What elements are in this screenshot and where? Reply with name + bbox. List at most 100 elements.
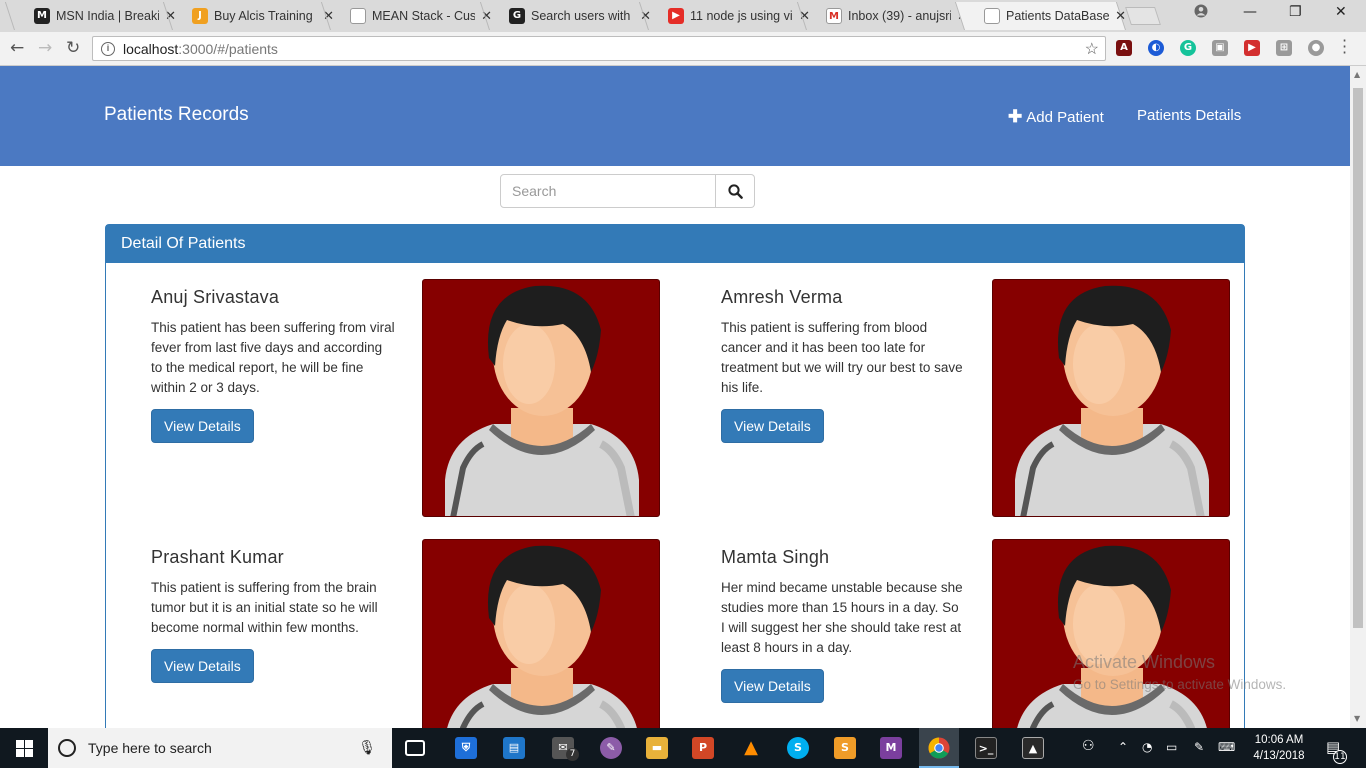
reload-icon[interactable]: ↻ [66,38,80,58]
vlc-icon[interactable]: ▲ [740,737,762,759]
clock-time: 10:06 AM [1254,734,1304,746]
browser-tab[interactable]: MInbox (39) - anujsri✕ [796,2,968,30]
pdf-extension-icon[interactable]: A [1116,40,1132,56]
photos-icon[interactable]: ▲ [1022,737,1044,759]
mail-badge: 7 [566,748,579,761]
extension-icon-blue[interactable]: ◐ [1148,40,1164,56]
cortana-icon [58,739,76,757]
microphone-icon[interactable]: 🎙 [358,739,376,756]
scrollbar-thumb[interactable] [1353,88,1363,628]
tab-title: Patients DataBase [1006,9,1110,23]
new-tab-button[interactable] [1125,7,1161,25]
user-avatar-icon [445,285,639,516]
add-patient-link[interactable]: ✚ Add Patient [1008,107,1104,127]
patient-description: Her mind became unstable because she stu… [721,580,963,655]
tab-favicon-icon: G [509,8,525,24]
tab-favicon-icon: ▶ [668,8,684,24]
user-avatar-icon [447,545,637,728]
chrome-icon [928,737,950,759]
patients-details-link[interactable]: Patients Details [1137,107,1241,124]
patient-name: Prashant Kumar [151,547,284,567]
view-details-button[interactable]: View Details [151,409,254,443]
browser-tab[interactable]: MEAN Stack - Custo✕ [320,2,492,30]
extension-icon-grey-2[interactable]: ● [1308,40,1324,56]
browser-tab[interactable]: Patients DataBase ✕ [954,2,1126,30]
patient-avatar [422,279,660,517]
tab-title: MEAN Stack - Custo [372,9,476,23]
terminal-icon[interactable]: >_ [975,737,997,759]
patient-avatar [992,279,1230,517]
back-icon[interactable]: ← [10,38,24,58]
search-form [500,174,755,208]
patient-card: Anuj Srivastava This patient has been su… [151,287,396,443]
extension-icon-grey[interactable]: ▣ [1212,40,1228,56]
notification-badge: 11 [1333,750,1347,764]
browser-menu-icon[interactable]: · · · [1342,33,1347,61]
tab-favicon-icon: J [192,8,208,24]
restore-icon[interactable]: ❐ [1289,4,1302,20]
search-button[interactable] [716,174,755,208]
pen-icon[interactable]: ✎ [1194,740,1204,754]
sublime-text-icon[interactable]: S [834,737,856,759]
user-avatar-icon [1015,285,1209,516]
patient-description: This patient is suffering from the brain… [151,580,378,635]
search-icon [727,183,743,199]
brand-title[interactable]: Patients Records [104,104,249,126]
bookmark-star-icon[interactable]: ☆ [1085,39,1099,59]
view-details-button[interactable]: View Details [721,669,824,703]
scroll-up-icon[interactable]: ▲ [1354,70,1360,79]
patient-card: Prashant Kumar This patient is suffering… [151,547,396,683]
taskbar-search-box[interactable]: Type here to search 🎙 [48,728,392,768]
close-window-icon[interactable]: ✕ [1335,4,1347,20]
search-input[interactable] [500,174,716,208]
patient-avatar [992,539,1230,728]
grammarly-icon[interactable]: G [1180,40,1196,56]
patient-name: Mamta Singh [721,547,830,567]
view-details-button[interactable]: View Details [151,649,254,683]
add-patient-label: Add Patient [1026,109,1104,126]
browser-tab[interactable]: MMSN India | Breaking✕ [4,2,176,30]
minimize-icon[interactable]: — [1243,4,1257,20]
tab-favicon-icon [984,8,1000,24]
app-icon-purple[interactable]: M [880,737,902,759]
tab-favicon-icon: M [34,8,50,24]
cart-extension-icon[interactable]: ⊞ [1276,40,1292,56]
address-bar: ← → ↻ i localhost:3000/#/patients ☆ A ◐ … [0,32,1366,66]
scroll-down-icon[interactable]: ▼ [1354,714,1360,723]
browser-tab[interactable]: J Buy Alcis Training ✕ [162,2,334,30]
patient-description: This patient has been suffering from vir… [151,320,395,395]
clock-date: 4/13/2018 [1253,750,1305,762]
security-shield-icon[interactable]: ⛨ [455,737,477,759]
page-scrollbar[interactable]: ▲ ▼ [1350,66,1366,728]
paint-icon[interactable]: ✎ [600,737,622,759]
page-content: Patients Records ✚ Add Patient Patients D… [0,66,1350,728]
view-details-button[interactable]: View Details [721,409,824,443]
battery-icon[interactable]: ▭ [1166,740,1177,754]
tab-close-icon[interactable]: ✕ [1115,9,1126,24]
powerpoint-icon[interactable]: P [692,737,714,759]
user-avatar-icon [1017,545,1207,728]
browser-tab[interactable]: G Search users with fi ✕ [479,2,651,30]
tab-favicon-icon [350,8,366,24]
windows-start-icon[interactable] [16,740,33,760]
forward-icon[interactable]: → [38,38,52,58]
tab-title: MSN India | Breaking [56,9,160,23]
file-explorer-icon[interactable]: ▬ [646,737,668,759]
profile-icon[interactable] [1194,4,1208,22]
activate-windows-subtitle: Go to Settings to activate Windows. [1073,677,1287,692]
task-view-icon[interactable] [405,740,425,756]
url-input[interactable]: i localhost:3000/#/patients ☆ [92,36,1106,61]
browser-tab[interactable]: ▶ 11 node js using vi ✕ [638,2,810,30]
tray-chevron-icon[interactable]: ⌃ [1118,740,1128,754]
extension-icon-red[interactable]: ▶ [1244,40,1260,56]
activate-windows-title: Activate Windows [1073,652,1216,672]
people-icon[interactable]: ⚇ [1082,738,1095,754]
keyboard-icon[interactable]: ⌨ [1218,740,1235,754]
tab-title: Buy Alcis Training [214,9,313,23]
chrome-taskbar-button[interactable] [919,728,959,768]
system-clock[interactable]: 10:06 AM 4/13/2018 [1248,732,1310,764]
network-icon[interactable]: ◔ [1142,740,1152,754]
site-info-icon[interactable]: i [101,41,115,56]
app-icon-blue[interactable]: ▤ [503,737,525,759]
skype-icon[interactable]: S [787,737,809,759]
